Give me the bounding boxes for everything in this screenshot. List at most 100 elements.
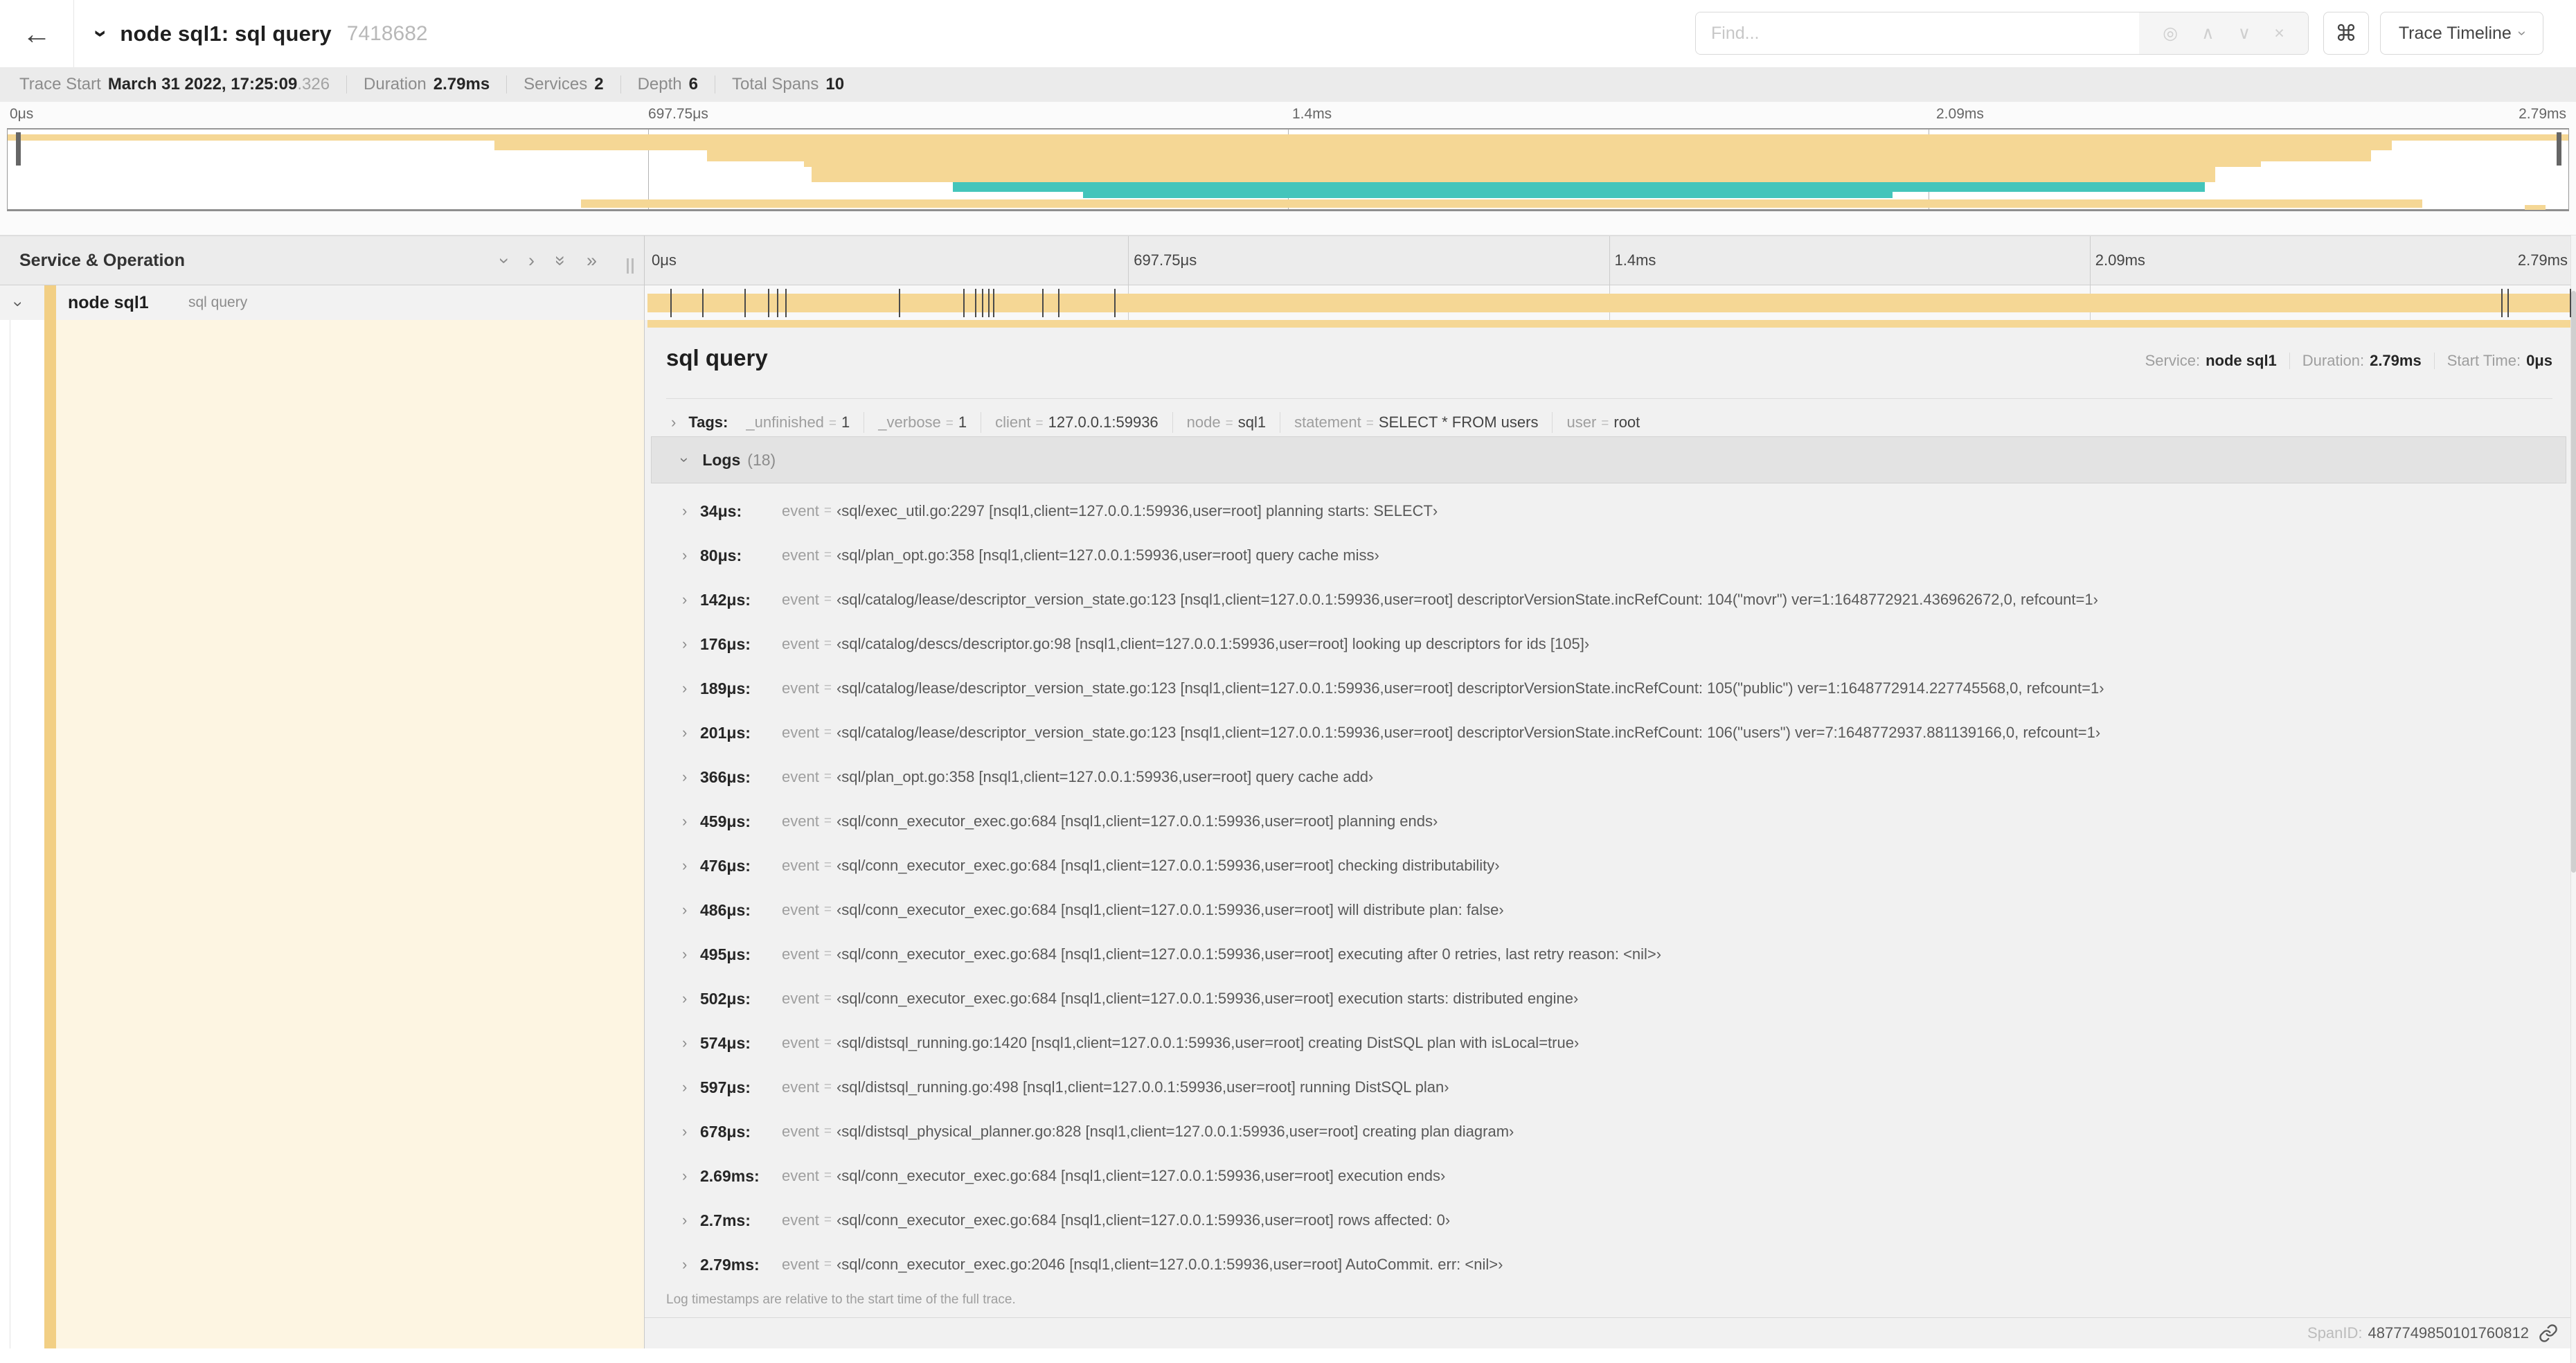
log-row[interactable]: › 459μs: event = ‹sql/conn_executor_exec.go:…	[651, 799, 2566, 844]
minimap-canvas[interactable]	[7, 128, 2569, 211]
span-collapse-chevron-icon[interactable]: ›	[8, 301, 28, 307]
log-field-value: ‹sql/conn_executor_exec.go:684 [nsql1,cl…	[836, 1167, 1446, 1184]
log-row[interactable]: › 2.69ms: event = ‹sql/conn_executor_exec.go…	[651, 1154, 2566, 1198]
span-detail-footer: SpanID: 4877749850101760812	[645, 1317, 2570, 1348]
span-detail-section: sql query Service: node sql1 Duration: 2.79…	[0, 320, 2576, 1348]
spanid-label: SpanID:	[2307, 1324, 2363, 1342]
log-field-key: event	[782, 990, 819, 1007]
back-button[interactable]: ←	[0, 0, 74, 67]
prev-match-icon[interactable]: ∧	[2201, 23, 2214, 44]
clear-find-icon[interactable]: ×	[2274, 24, 2284, 44]
span-color-stripe	[44, 285, 56, 320]
minimap-left-handle[interactable]	[16, 132, 21, 166]
log-row[interactable]: › 366μs: event = ‹sql/plan_opt.go:358 [nsql1…	[651, 755, 2566, 799]
log-row[interactable]: › 189μs: event = ‹sql/catalog/lease/descript…	[651, 666, 2566, 711]
locate-icon[interactable]: ◎	[2163, 23, 2178, 44]
tag-value: 1	[841, 413, 850, 431]
trace-view-dropdown[interactable]: Trace Timeline ›	[2380, 12, 2543, 55]
log-expand-chevron-icon: ›	[682, 990, 688, 1007]
log-field-value: ‹sql/conn_executor_exec.go:684 [nsql1,cl…	[836, 857, 1500, 874]
log-rows: › 34μs: event = ‹sql/exec_util.go:2297 [nsql…	[651, 483, 2566, 1287]
column-resize-grip[interactable]	[627, 258, 634, 274]
log-row[interactable]: › 34μs: event = ‹sql/exec_util.go:2297 [nsql…	[651, 489, 2566, 533]
logs-header[interactable]: › Logs (18)	[651, 436, 2566, 483]
log-field-key: event	[782, 1123, 819, 1140]
log-equals: =	[823, 1257, 832, 1272]
link-icon[interactable]	[2539, 1324, 2558, 1343]
log-field-key: event	[782, 1167, 819, 1184]
expand-all-icon[interactable]: »	[587, 250, 597, 271]
log-field-value: ‹sql/catalog/lease/descriptor_version_st…	[836, 679, 2104, 697]
minimap-tick-label: 2.09ms	[1936, 106, 1984, 122]
log-expand-chevron-icon: ›	[682, 724, 688, 741]
log-timestamp: 2.7ms:	[700, 1211, 751, 1229]
trace-summary-item: Trace Start March 31 2022, 17:25:09.326	[19, 75, 330, 94]
log-field-key: event	[782, 768, 819, 785]
logs-count: (18)	[747, 450, 776, 469]
minimap-span-bar	[494, 141, 2392, 150]
tags-row[interactable]: › Tags: _unfinished = 1 _verbose = 1 client = 127.…	[671, 407, 1640, 438]
log-event-tick	[785, 289, 787, 317]
log-expand-chevron-icon: ›	[682, 812, 688, 830]
log-expand-chevron-icon: ›	[682, 635, 688, 652]
tag-key: client	[995, 413, 1031, 431]
log-equals: =	[823, 1080, 832, 1094]
trace-summary-item: Total Spans 10	[732, 75, 844, 94]
log-row[interactable]: › 176μs: event = ‹sql/catalog/descs/descript…	[651, 622, 2566, 666]
divider	[2289, 353, 2290, 369]
column-divider[interactable]	[644, 235, 645, 1348]
log-row[interactable]: › 495μs: event = ‹sql/conn_executor_exec.go:…	[651, 932, 2566, 977]
log-row[interactable]: › 502μs: event = ‹sql/conn_executor_exec.go:…	[651, 977, 2566, 1021]
log-row[interactable]: › 574μs: event = ‹sql/distsql_running.go:142…	[651, 1021, 2566, 1065]
expand-one-icon[interactable]: ›	[528, 250, 535, 271]
expanded-span-bar[interactable]	[647, 320, 2570, 328]
spanid-value: 4877749850101760812	[2368, 1324, 2529, 1342]
minimap-right-handle[interactable]	[2557, 132, 2561, 166]
log-row[interactable]: › 142μs: event = ‹sql/catalog/lease/descript…	[651, 578, 2566, 622]
log-row[interactable]: › 486μs: event = ‹sql/conn_executor_exec.go:…	[651, 888, 2566, 932]
log-event-tick	[1113, 289, 1116, 317]
tags-expand-chevron-icon[interactable]: ›	[671, 413, 676, 431]
back-arrow-icon: ←	[22, 17, 51, 50]
log-event-tick	[981, 289, 983, 317]
log-row[interactable]: › 2.79ms: event = ‹sql/conn_executor_exec.go…	[651, 1242, 2566, 1287]
collapse-all-icon[interactable]: »	[550, 255, 571, 265]
find-input[interactable]	[1696, 12, 2139, 54]
log-expand-chevron-icon: ›	[682, 502, 688, 519]
stat-value: 0μs	[2526, 352, 2552, 369]
log-row[interactable]: › 201μs: event = ‹sql/catalog/lease/descript…	[651, 711, 2566, 755]
log-timestamp: 201μs:	[700, 723, 751, 742]
timeline-header-row: Service & Operation › › » » 0μs 697.75μs 1…	[0, 235, 2576, 285]
log-expand-chevron-icon: ›	[682, 1123, 688, 1140]
next-match-icon[interactable]: ∨	[2238, 23, 2251, 44]
span-duration-bar[interactable]	[647, 294, 2570, 312]
span-row: › node sql1 sql query	[0, 285, 2576, 320]
log-event-tick	[963, 289, 965, 317]
log-row[interactable]: › 80μs: event = ‹sql/plan_opt.go:358 [nsql1,…	[651, 533, 2566, 578]
log-timestamp: 142μs:	[700, 590, 751, 609]
log-row[interactable]: › 597μs: event = ‹sql/distsql_running.go:498…	[651, 1065, 2566, 1110]
tag-item: statement = SELECT * FROM users	[1294, 413, 1538, 431]
trace-view-label: Trace Timeline	[2398, 23, 2512, 43]
log-event-tick	[2570, 289, 2571, 317]
log-field-key: event	[782, 857, 819, 874]
chevron-down-icon: ›	[2514, 30, 2532, 36]
log-field-key: event	[782, 812, 819, 830]
log-field-key: event	[782, 901, 819, 918]
summary-value: 2	[594, 75, 604, 93]
log-field-value: ‹sql/catalog/lease/descriptor_version_st…	[836, 724, 2101, 741]
log-row[interactable]: › 476μs: event = ‹sql/conn_executor_exec.go:…	[651, 844, 2566, 888]
trace-summary-bar: Trace Start March 31 2022, 17:25:09.326 Du…	[0, 67, 2576, 102]
tag-key: _verbose	[878, 413, 941, 431]
scrollbar-thumb[interactable]	[2571, 291, 2576, 873]
keyboard-shortcuts-button[interactable]: ⌘	[2323, 12, 2369, 55]
span-row-name-cell[interactable]: › node sql1 sql query	[0, 285, 644, 320]
collapse-one-icon[interactable]: ›	[494, 258, 515, 264]
divider	[1172, 412, 1173, 433]
logs-title: Logs	[702, 450, 741, 469]
collapse-trace-chevron-icon[interactable]: ›	[87, 30, 114, 37]
logs-collapse-chevron-icon: ›	[676, 457, 694, 463]
log-row[interactable]: › 2.7ms: event = ‹sql/conn_executor_exec.go:…	[651, 1198, 2566, 1242]
tag-equals: =	[1225, 416, 1233, 431]
log-row[interactable]: › 678μs: event = ‹sql/distsql_physical_plann…	[651, 1110, 2566, 1154]
